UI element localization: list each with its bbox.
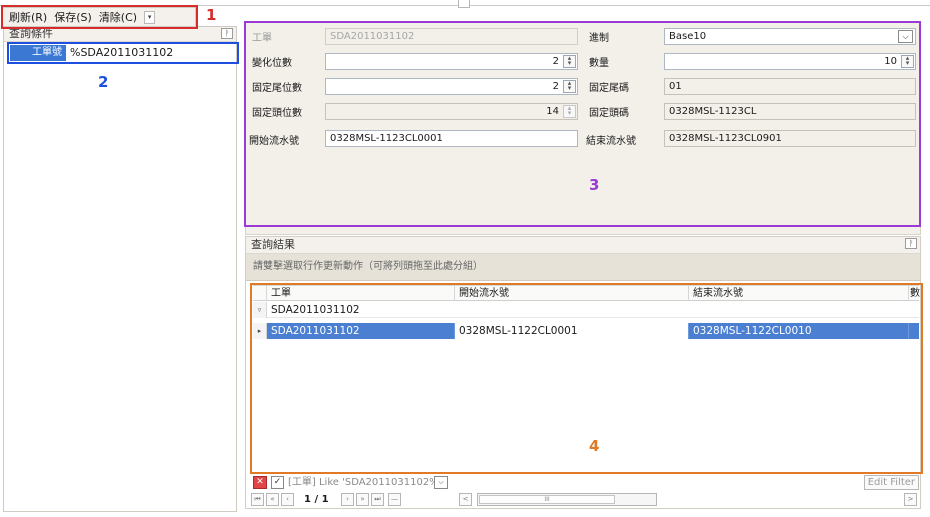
- prev-record-icon[interactable]: ‹: [281, 493, 294, 506]
- page-indicator: 1 / 1: [304, 494, 329, 505]
- query-panel-header: 查詢條件 ᚹ: [4, 27, 236, 42]
- scrollbar-thumb[interactable]: III: [479, 495, 615, 504]
- next-page-icon[interactable]: »: [356, 493, 369, 506]
- pin-icon[interactable]: ᚹ: [905, 238, 917, 249]
- annotation-box-3: [244, 21, 921, 227]
- next-record-icon[interactable]: ›: [341, 493, 354, 506]
- query-panel: 查詢條件 ᚹ 工單號 %SDA2011031102: [3, 26, 237, 512]
- first-page-icon[interactable]: ⏮: [251, 493, 264, 506]
- scroll-left-icon[interactable]: <: [459, 493, 472, 506]
- horizontal-scrollbar[interactable]: III: [477, 493, 657, 506]
- delete-record-icon[interactable]: —: [388, 493, 401, 506]
- close-filter-icon[interactable]: ✕: [253, 476, 267, 489]
- prev-page-icon[interactable]: «: [266, 493, 279, 506]
- annotation-number-4: 4: [589, 437, 600, 455]
- last-page-icon[interactable]: ⏭: [371, 493, 384, 506]
- annotation-box-2: [7, 42, 239, 64]
- result-panel-title: 查詢結果: [251, 238, 295, 251]
- splitter-handle[interactable]: [458, 0, 470, 8]
- annotation-number-3: 3: [589, 176, 600, 194]
- annotation-box-1: [1, 5, 198, 29]
- filter-bar: ✕ ✓ [工單] Like 'SDA2011031102%' ⌵ Edit Fi…: [251, 475, 919, 491]
- edit-filter-button[interactable]: Edit Filter: [863, 475, 919, 490]
- annotation-number-1: 1: [206, 6, 217, 24]
- filter-history-dropdown-icon[interactable]: ⌵: [434, 476, 448, 489]
- annotation-box-4: [250, 283, 923, 474]
- group-by-area[interactable]: 請雙擊選取行作更新動作（可將列頭拖至此處分組）: [246, 254, 920, 281]
- pin-icon[interactable]: ᚹ: [221, 28, 233, 39]
- result-panel-header: 查詢結果 ᚹ: [246, 237, 920, 254]
- filter-enable-checkbox[interactable]: ✓: [271, 476, 284, 489]
- filter-expression: [工單] Like 'SDA2011031102%': [288, 477, 442, 488]
- navigation-bar: ⏮ « ‹ 1 / 1 › » ⏭ — < III >: [251, 493, 919, 508]
- annotation-number-2: 2: [98, 73, 109, 91]
- scroll-right-icon[interactable]: >: [904, 493, 917, 506]
